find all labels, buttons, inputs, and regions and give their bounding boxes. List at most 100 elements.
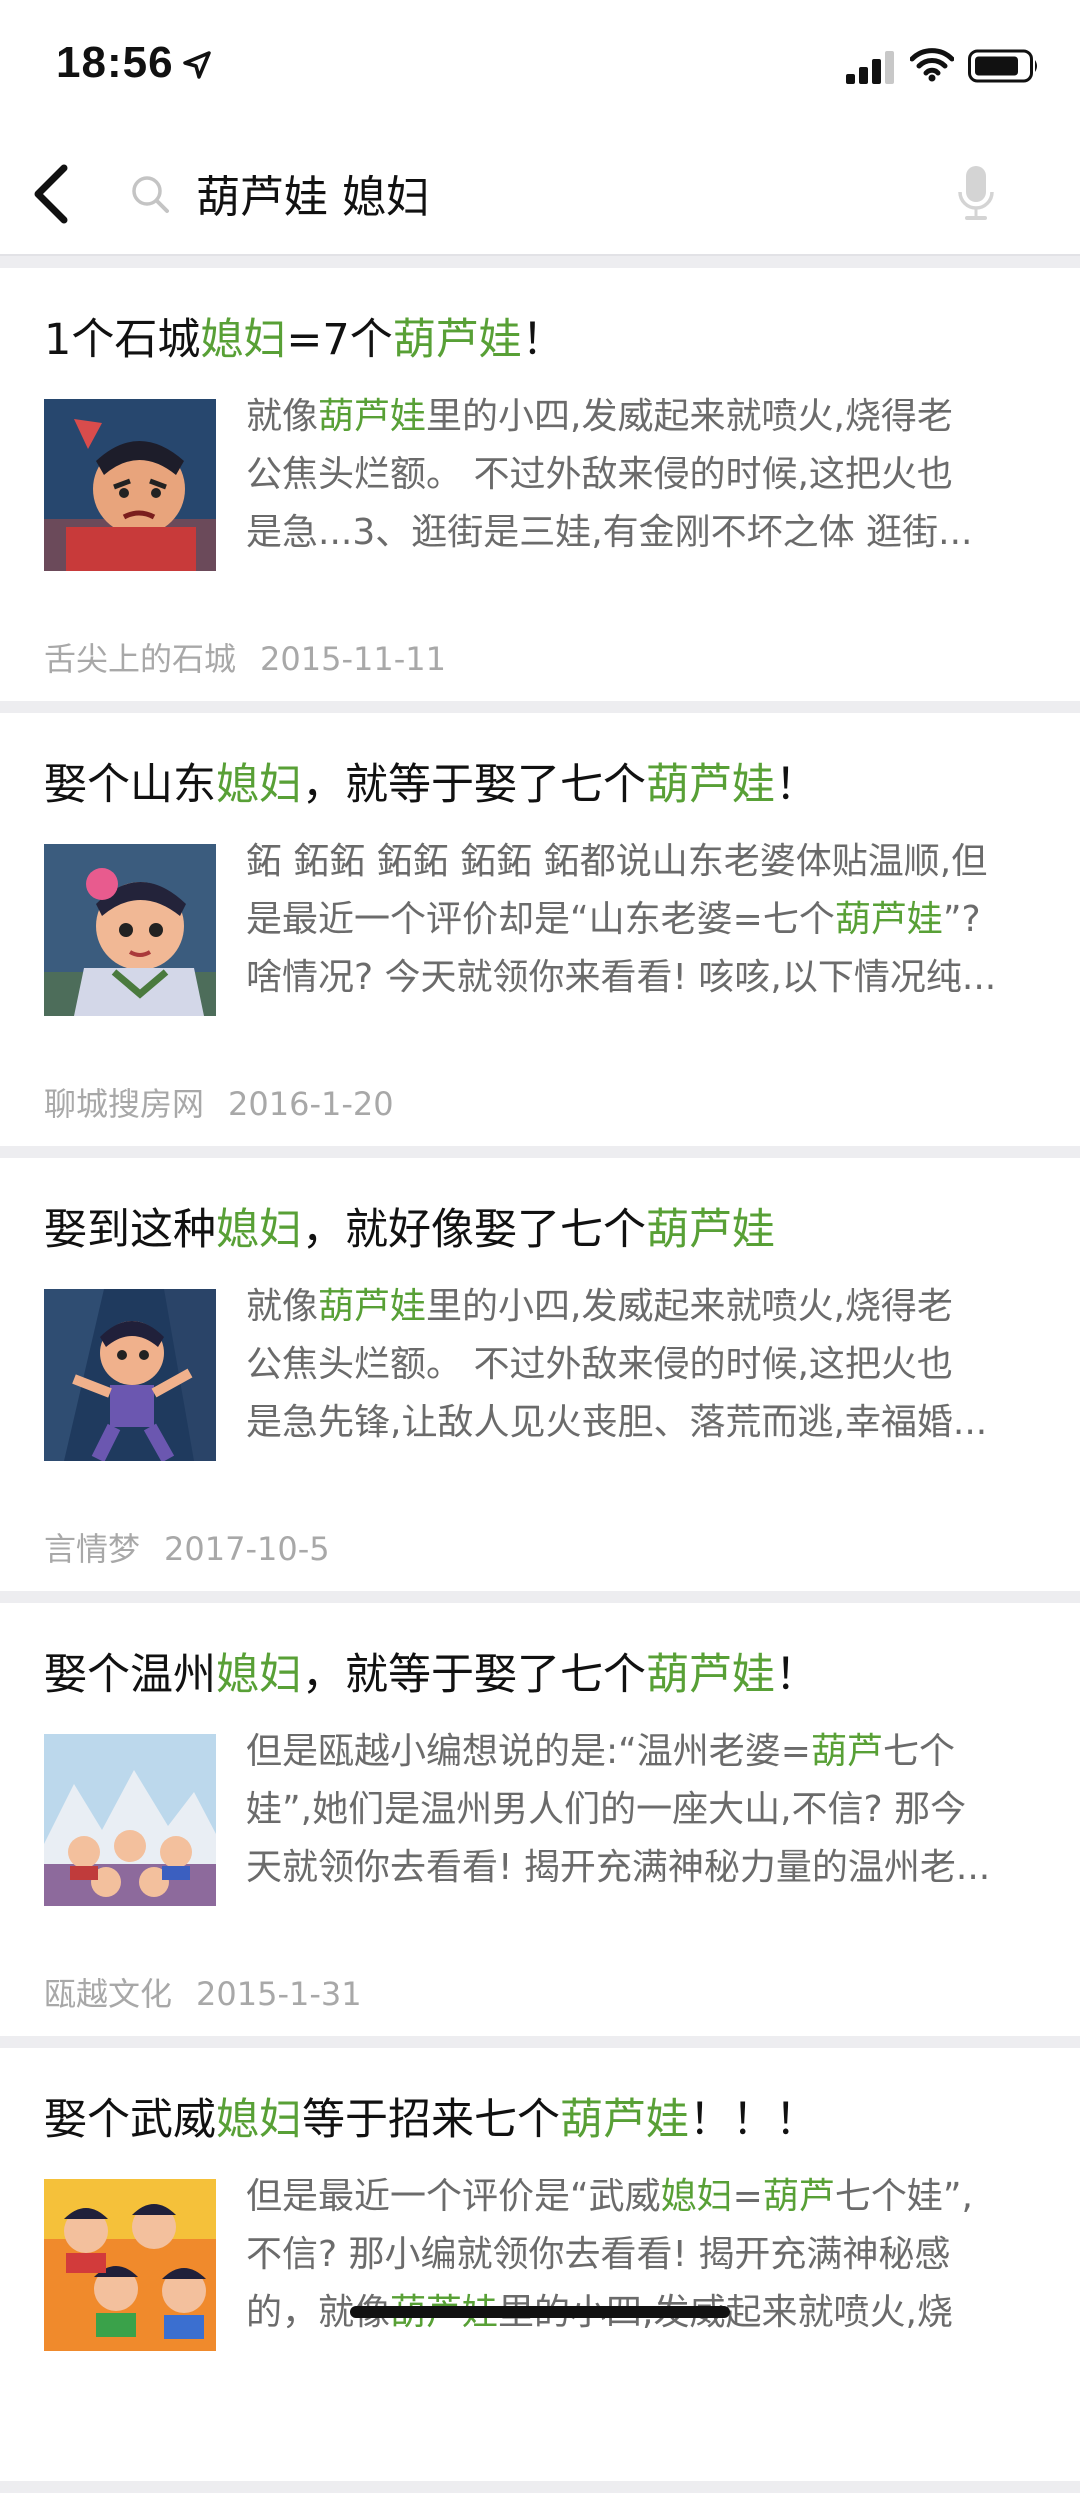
snippet-line: 就像葫芦娃里的小四,发威起来就喷火,烧得老 xyxy=(246,1278,1036,1336)
status-time: 18:56 xyxy=(56,38,174,87)
result-card[interactable]: 娶到这种媳妇，就好像娶了七个葫芦娃 就像葫芦娃里的小四,发威起来就喷火,烧得老公… xyxy=(0,1158,1080,1591)
text-segment: 不信? 那小编就领你去看看! 揭开充满神秘感 xyxy=(246,2234,951,2275)
text-segment: = xyxy=(732,2176,763,2217)
snippet-line: 天就领你去看看! 揭开充满神秘力量的温州老... xyxy=(246,1839,1036,1897)
result-title[interactable]: 娶到这种媳妇，就好像娶了七个葫芦娃 xyxy=(44,1202,775,1258)
snippet-line: 鉐 鉐鉐 鉐鉐 鉐鉐 鉐都说山东老婆体贴温顺,但 xyxy=(246,833,1036,891)
highlight-keyword: 媳妇 xyxy=(200,315,287,365)
result-title[interactable]: 娶个温州媳妇，就等于娶了七个葫芦娃！ xyxy=(44,1647,818,1703)
result-meta: 言情梦 2017-10-5 xyxy=(44,1524,330,1570)
result-source[interactable]: 聊城搜房网 xyxy=(44,1085,204,1123)
text-segment: 就像 xyxy=(246,1286,319,1327)
highlight-keyword: 葫芦娃 xyxy=(646,1205,775,1255)
text-segment: 鉐 鉐鉐 鉐鉐 鉐鉐 鉐都说山东老婆体贴温顺,但 xyxy=(246,841,988,882)
result-card[interactable]: 娶个武威媳妇等于招来七个葫芦娃！！！ 但是最近一个评价是“武威媳妇=葫芦七个娃”… xyxy=(0,2048,1080,2481)
text-segment: 是急先锋,让敌人见火丧胆、落荒而逃,幸福婚... xyxy=(246,1402,988,1443)
text-segment: 是最近一个评价却是“山东老婆=七个 xyxy=(246,899,835,940)
highlight-keyword: 葫芦娃 xyxy=(560,2095,689,2145)
result-thumbnail[interactable] xyxy=(44,844,216,1016)
results-list: 1个石城媳妇=7个葫芦娃！ 就像葫芦娃里的小四,发威起来就喷火,烧得老 公焦头烂额… xyxy=(0,268,1080,2493)
search-header xyxy=(0,132,1080,256)
result-meta: 瓯越文化 2015-1-31 xyxy=(44,1969,362,2015)
text-segment: ！ xyxy=(775,1650,818,1700)
snippet-line: 但是瓯越小编想说的是:“温州老婆=葫芦七个 xyxy=(246,1723,1036,1781)
text-segment: 娶个山东 xyxy=(44,760,216,810)
text-segment: 公焦头烂额。 不过外敌来侵的时候,这把火也 xyxy=(246,454,953,495)
result-date: 2017-10-5 xyxy=(164,1530,330,1568)
highlight-keyword: 葫芦 xyxy=(762,2176,835,2217)
text-segment: 里的小四,发威起来就喷火,烧得老 xyxy=(426,396,953,437)
highlight-keyword: 媳妇 xyxy=(216,2095,302,2145)
text-segment: 娶个温州 xyxy=(44,1650,216,1700)
search-input[interactable] xyxy=(196,164,916,222)
snippet-line: 娃”,她们是温州男人们的一座大山,不信? 那今 xyxy=(246,1781,1036,1839)
text-segment: 等于招来七个 xyxy=(302,2095,560,2145)
microphone-icon[interactable] xyxy=(956,164,996,222)
text-segment: 娶到这种 xyxy=(44,1205,216,1255)
back-chevron-icon[interactable] xyxy=(22,156,82,232)
search-icon xyxy=(132,176,169,213)
home-indicator[interactable] xyxy=(350,2306,730,2318)
text-segment: ，就等于娶了七个 xyxy=(302,1650,646,1700)
text-segment: 娃”,她们是温州男人们的一座大山,不信? 那今 xyxy=(246,1789,967,1830)
result-card[interactable]: 娶个温州媳妇，就等于娶了七个葫芦娃！ 但是瓯越小编想说的是:“温州老婆=葫芦七个… xyxy=(0,1603,1080,2036)
result-snippet: 就像葫芦娃里的小四,发威起来就喷火,烧得老 公焦头烂额。 不过外敌来侵的时候,这把… xyxy=(246,1278,1036,1452)
text-segment: 娶个武威 xyxy=(44,2095,216,2145)
text-segment: ！ xyxy=(775,760,818,810)
result-snippet: 鉐 鉐鉐 鉐鉐 鉐鉐 鉐都说山东老婆体贴温顺,但 是最近一个评价却是“山东老婆=七… xyxy=(246,833,1036,1007)
text-segment: 但是最近一个评价是“武威 xyxy=(246,2176,661,2217)
snippet-line: 是最近一个评价却是“山东老婆=七个葫芦娃”? xyxy=(246,891,1036,949)
result-thumbnail[interactable] xyxy=(44,1734,216,1906)
result-card[interactable]: 1个石城媳妇=7个葫芦娃！ 就像葫芦娃里的小四,发威起来就喷火,烧得老 公焦头烂额… xyxy=(0,268,1080,701)
result-thumbnail[interactable] xyxy=(44,2179,216,2351)
cellular-signal-icon xyxy=(846,51,894,84)
status-bar: 18:56 xyxy=(0,0,1080,132)
text-segment: 天就领你去看看! 揭开充满神秘力量的温州老... xyxy=(246,1847,991,1888)
result-title[interactable]: 娶个山东媳妇，就等于娶了七个葫芦娃！ xyxy=(44,757,818,813)
highlight-keyword: 葫芦娃 xyxy=(834,899,943,940)
battery-icon xyxy=(968,49,1037,83)
snippet-line: 不信? 那小编就领你去看看! 揭开充满神秘感 xyxy=(246,2226,1036,2284)
snippet-line: 是急...3、逛街是三娃,有金刚不坏之体 逛街... xyxy=(246,504,1036,562)
highlight-keyword: 媳妇 xyxy=(216,760,302,810)
result-title[interactable]: 1个石城媳妇=7个葫芦娃！ xyxy=(44,312,565,368)
text-segment: 里的小四,发威起来就喷火,烧得老 xyxy=(426,1286,953,1327)
highlight-keyword: 葫芦娃 xyxy=(318,396,427,437)
snippet-line: 但是最近一个评价是“武威媳妇=葫芦七个娃”, xyxy=(246,2168,1036,2226)
highlight-keyword: 媳妇 xyxy=(216,1650,302,1700)
wifi-icon xyxy=(910,48,954,82)
text-segment: 七个 xyxy=(882,1731,955,1772)
result-thumbnail[interactable] xyxy=(44,1289,216,1461)
result-meta: 舌尖上的石城 2015-11-11 xyxy=(44,634,446,680)
snippet-line: 啥情况? 今天就领你来看看! 咳咳,以下情况纯... xyxy=(246,949,1036,1007)
result-title[interactable]: 娶个武威媳妇等于招来七个葫芦娃！！！ xyxy=(44,2092,818,2148)
result-thumbnail[interactable] xyxy=(44,399,216,571)
text-segment: 1个石城 xyxy=(44,315,201,365)
location-arrow-icon xyxy=(183,51,211,79)
search-field[interactable] xyxy=(120,144,1050,240)
result-date: 2016-1-20 xyxy=(228,1085,394,1123)
text-segment: ！ xyxy=(521,315,565,365)
highlight-keyword: 葫芦娃 xyxy=(646,1650,775,1700)
result-snippet: 但是瓯越小编想说的是:“温州老婆=葫芦七个娃”,她们是温州男人们的一座大山,不信… xyxy=(246,1723,1036,1897)
highlight-keyword: 葫芦娃 xyxy=(646,760,775,810)
text-segment: 七个娃”, xyxy=(834,2176,973,2217)
result-snippet: 就像葫芦娃里的小四,发威起来就喷火,烧得老公焦头烂额。 不过外敌来侵的时候,这把… xyxy=(246,388,1036,562)
text-segment: ，就等于娶了七个 xyxy=(302,760,646,810)
highlight-keyword: 葫芦娃 xyxy=(318,1286,427,1327)
highlight-keyword: 葫芦 xyxy=(810,1731,883,1772)
result-source[interactable]: 瓯越文化 xyxy=(44,1975,172,2013)
snippet-line: 公焦头烂额。 不过外敌来侵的时候,这把火也 xyxy=(246,446,1036,504)
result-card[interactable]: 娶个山东媳妇，就等于娶了七个葫芦娃！ 鉐 鉐鉐 鉐鉐 鉐鉐 鉐都说山东老婆体贴温… xyxy=(0,713,1080,1146)
text-segment: 是急...3、逛街是三娃,有金刚不坏之体 逛街... xyxy=(246,512,973,553)
snippet-line: 就像葫芦娃里的小四,发威起来就喷火,烧得老 xyxy=(246,388,1036,446)
result-date: 2015-11-11 xyxy=(260,640,446,678)
result-date: 2015-1-31 xyxy=(196,1975,362,2013)
result-source[interactable]: 舌尖上的石城 xyxy=(44,640,236,678)
highlight-keyword: 葫芦娃 xyxy=(392,315,522,365)
text-segment: =7个 xyxy=(286,315,393,365)
result-source[interactable]: 言情梦 xyxy=(44,1530,140,1568)
text-segment: 但是瓯越小编想说的是:“温州老婆= xyxy=(246,1731,811,1772)
highlight-keyword: 媳妇 xyxy=(216,1205,302,1255)
highlight-keyword: 媳妇 xyxy=(660,2176,733,2217)
